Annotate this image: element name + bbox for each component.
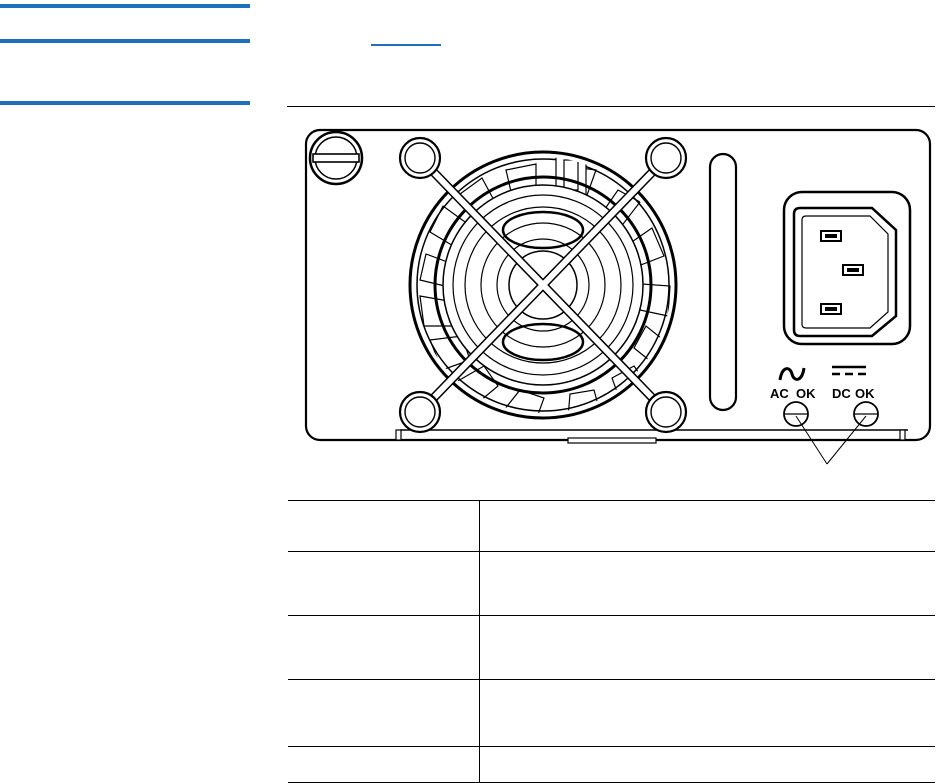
figure-reference-link[interactable] bbox=[371, 28, 441, 46]
table-cell-led bbox=[288, 501, 480, 551]
table-row bbox=[288, 551, 935, 615]
table-row bbox=[288, 679, 935, 746]
table-cell-led bbox=[288, 616, 480, 679]
table-cell-led bbox=[288, 747, 480, 782]
table-cell-description bbox=[480, 747, 935, 782]
ac-power-inlet bbox=[782, 190, 912, 346]
header-accent-rule-top bbox=[0, 4, 250, 8]
table-row bbox=[288, 746, 935, 783]
dc-label: DC bbox=[832, 386, 851, 401]
thumbscrew-icon bbox=[308, 130, 364, 186]
figure-top-rule bbox=[287, 106, 935, 107]
table-cell-description bbox=[480, 501, 935, 551]
table-cell-description bbox=[480, 680, 935, 746]
header-accent-rule-bottom bbox=[0, 101, 250, 105]
table-row bbox=[288, 615, 935, 679]
ac-label: AC bbox=[770, 386, 789, 401]
table-row bbox=[288, 500, 935, 551]
handle-slot bbox=[708, 152, 738, 412]
fan-icon bbox=[398, 136, 688, 434]
table-cell-description bbox=[480, 552, 935, 615]
header-accent-rule-middle bbox=[0, 39, 250, 43]
table-cell-led bbox=[288, 552, 480, 615]
table-cell-led bbox=[288, 680, 480, 746]
dc-ok-label: OK bbox=[855, 386, 875, 401]
table-cell-description bbox=[480, 616, 935, 679]
led-description-table bbox=[288, 500, 935, 783]
power-supply-illustration: AC OK DC OK bbox=[304, 128, 932, 465]
ac-ok-label: OK bbox=[796, 386, 816, 401]
